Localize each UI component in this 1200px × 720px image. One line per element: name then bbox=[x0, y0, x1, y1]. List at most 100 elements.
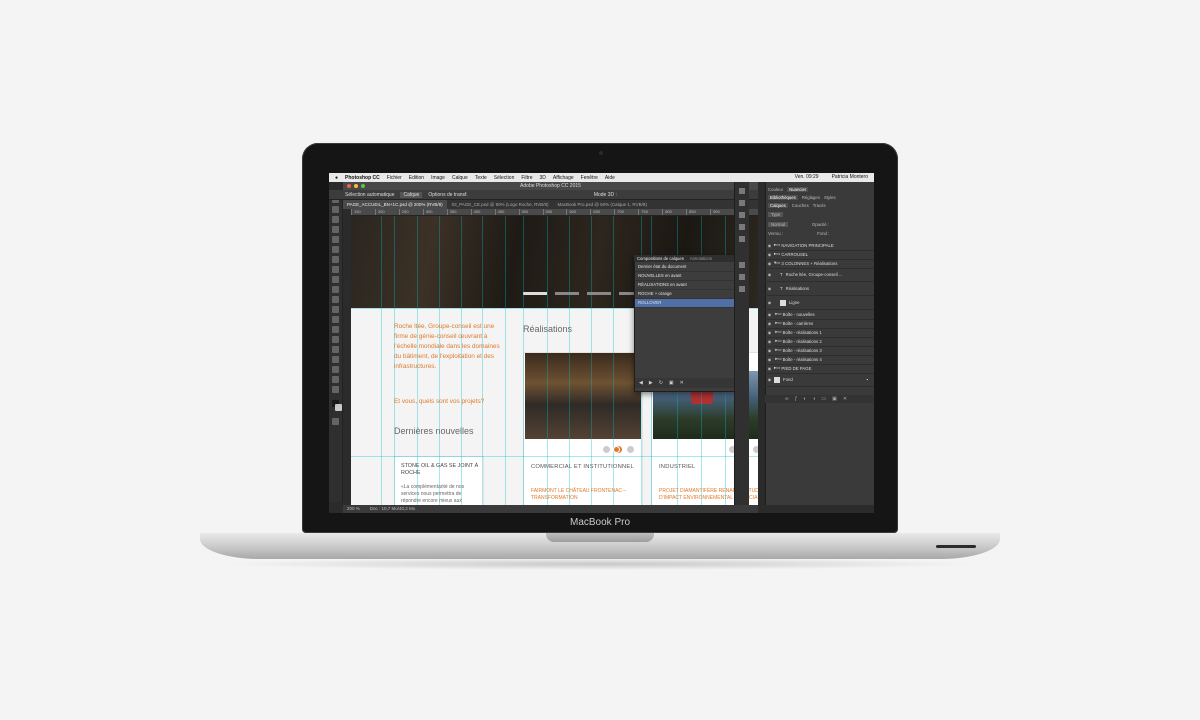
tab-layer-comps[interactable]: Compositions de calques bbox=[637, 256, 684, 261]
news-title[interactable]: STONE OIL & GAS SE JOINT À ROCHE bbox=[401, 463, 481, 477]
hand-tool-icon[interactable] bbox=[332, 376, 339, 383]
shape-tool-icon[interactable] bbox=[332, 366, 339, 373]
eye-icon[interactable]: ◉ bbox=[765, 357, 774, 362]
update-comp-icon[interactable]: ↻ bbox=[659, 380, 663, 386]
comps-icon[interactable] bbox=[739, 262, 745, 268]
menu-filtre[interactable]: Filtre bbox=[521, 175, 532, 181]
layer-name[interactable]: CARROUSEL bbox=[781, 252, 808, 257]
menu-calque[interactable]: Calque bbox=[452, 175, 468, 181]
eye-icon[interactable]: ◉ bbox=[765, 377, 774, 382]
delete-comp-icon[interactable]: ✕ bbox=[680, 380, 684, 386]
lasso-tool-icon[interactable] bbox=[332, 216, 339, 223]
user-name[interactable]: Patricia Montero bbox=[832, 174, 868, 180]
tab-annotations[interactable]: Annotations bbox=[690, 256, 712, 261]
next-comp-icon[interactable]: ▶ bbox=[649, 380, 653, 386]
facebook-icon[interactable] bbox=[603, 446, 610, 453]
layer-row[interactable]: ◉ T Roche ltée, Groupe-conseil ... bbox=[765, 268, 874, 282]
fx-icon[interactable]: ƒ bbox=[795, 396, 798, 402]
adjustment-icon[interactable]: ◑ bbox=[812, 396, 815, 402]
eyedropper-tool-icon[interactable] bbox=[332, 246, 339, 253]
brush-tool-icon[interactable] bbox=[332, 266, 339, 273]
layer-name[interactable]: Ligne bbox=[789, 300, 800, 305]
eye-icon[interactable]: ◉ bbox=[765, 300, 774, 305]
path-select-tool-icon[interactable] bbox=[332, 356, 339, 363]
properties-icon[interactable] bbox=[739, 274, 745, 280]
menu-texte[interactable]: Texte bbox=[475, 175, 487, 181]
menu-fenetre[interactable]: Fenêtre bbox=[581, 175, 598, 181]
menu-app[interactable]: Photoshop CC bbox=[345, 175, 380, 181]
layer-name[interactable]: Roche ltée, Groupe-conseil ... bbox=[786, 272, 843, 277]
quick-select-tool-icon[interactable] bbox=[332, 226, 339, 233]
layer-name[interactable]: NAVIGATION PRINCIPALE bbox=[781, 243, 833, 248]
auto-select-mode[interactable]: Calque bbox=[400, 191, 423, 198]
new-layer-icon[interactable]: ▣ bbox=[832, 396, 837, 402]
character-icon[interactable] bbox=[739, 236, 745, 242]
comp-row[interactable]: NOUVELLES en avant bbox=[635, 272, 735, 281]
menu-selection[interactable]: Sélection bbox=[494, 175, 515, 181]
carousel-indicator[interactable] bbox=[555, 292, 579, 295]
tab-macbook[interactable]: MacBook Pro.psd @ 50% (Calque 1, RVB/8) bbox=[554, 200, 651, 209]
comp-row[interactable]: Dernier état du document bbox=[635, 263, 735, 272]
tab-color[interactable]: Couleur bbox=[768, 187, 783, 192]
linkedin-icon[interactable] bbox=[627, 446, 634, 453]
eye-icon[interactable]: ◉ bbox=[765, 366, 774, 371]
apple-icon[interactable]: ● bbox=[335, 175, 338, 181]
tab-styles[interactable]: Styles bbox=[824, 195, 836, 200]
minimize-icon[interactable] bbox=[354, 184, 358, 188]
play-icon[interactable] bbox=[739, 200, 745, 206]
layer-kind-filter[interactable]: Type bbox=[768, 211, 784, 217]
layer-name[interactable]: Boîte - carrières bbox=[783, 321, 814, 326]
tab-layers[interactable]: Calques bbox=[768, 202, 788, 208]
paragraph-icon[interactable] bbox=[739, 224, 745, 230]
zoom-tool-icon[interactable] bbox=[332, 386, 339, 393]
eye-icon[interactable]: ◉ bbox=[765, 321, 774, 326]
blend-mode-select[interactable]: Normal bbox=[768, 221, 788, 227]
close-icon[interactable] bbox=[347, 184, 351, 188]
group-icon[interactable]: ▭ bbox=[821, 396, 826, 402]
blur-tool-icon[interactable] bbox=[332, 316, 339, 323]
layer-name[interactable]: Boîte - nouvelles bbox=[783, 312, 815, 317]
layer-name[interactable]: Boîte - réalisations 1 bbox=[783, 330, 822, 335]
eye-icon[interactable]: ◉ bbox=[765, 312, 774, 317]
linkedin-icon[interactable] bbox=[753, 446, 758, 453]
layer-name[interactable]: Fond bbox=[783, 377, 793, 382]
eye-icon[interactable]: ◉ bbox=[765, 348, 774, 353]
menu-affichage[interactable]: Affichage bbox=[553, 175, 574, 181]
zoom-level[interactable]: 200 % bbox=[347, 505, 360, 513]
info-icon[interactable] bbox=[739, 286, 745, 292]
tab-libraries[interactable]: Bibliothèques bbox=[768, 194, 798, 200]
layer-name[interactable]: Boîte - réalisations 4 bbox=[783, 357, 822, 362]
type-tool-icon[interactable] bbox=[332, 346, 339, 353]
tab-adjustments[interactable]: Réglages bbox=[802, 195, 820, 200]
layer-name[interactable]: Boîte - réalisations 2 bbox=[783, 339, 822, 344]
link-icon[interactable]: ∞ bbox=[785, 396, 789, 402]
stamp-tool-icon[interactable] bbox=[332, 276, 339, 283]
new-comp-icon[interactable]: ▣ bbox=[669, 380, 674, 386]
trash-icon[interactable]: ✕ bbox=[843, 396, 847, 402]
marquee-tool-icon[interactable] bbox=[332, 206, 339, 213]
eye-icon[interactable]: ◉ bbox=[765, 261, 774, 266]
layer-row[interactable]: ◉ T Réalisations bbox=[765, 282, 874, 296]
layer-name[interactable]: Boîte - réalisations 3 bbox=[783, 348, 822, 353]
eraser-tool-icon[interactable] bbox=[332, 296, 339, 303]
gradient-tool-icon[interactable] bbox=[332, 306, 339, 313]
auto-select-checkbox[interactable]: Sélection automatique bbox=[345, 192, 394, 198]
layer-name[interactable]: Réalisations bbox=[786, 286, 809, 291]
eye-icon[interactable]: ◉ bbox=[765, 339, 774, 344]
eye-icon[interactable]: ◉ bbox=[765, 330, 774, 335]
history-brush-tool-icon[interactable] bbox=[332, 286, 339, 293]
menu-edition[interactable]: Edition bbox=[409, 175, 424, 181]
mask-icon[interactable]: ◐ bbox=[803, 396, 806, 402]
layer-name[interactable]: 3 COLONNES + Réalisations bbox=[781, 261, 837, 266]
transform-controls-checkbox[interactable]: Options de transf. bbox=[428, 192, 467, 198]
comp-row-selected[interactable]: ROLLOVER bbox=[635, 299, 735, 308]
tab-page-accueil[interactable]: PAGE_ACCUEIL_BN+1C.psd @ 200% (RVB/8) bbox=[343, 200, 447, 209]
menu-3d[interactable]: 3D bbox=[539, 175, 545, 181]
eye-icon[interactable]: ◉ bbox=[765, 243, 774, 248]
layer-row[interactable]: ◉ Fond ▪ bbox=[765, 373, 874, 387]
tab-swatches[interactable]: Nuancier bbox=[787, 186, 809, 192]
eye-icon[interactable]: ◉ bbox=[765, 252, 774, 257]
healing-tool-icon[interactable] bbox=[332, 256, 339, 263]
adjust-icon[interactable] bbox=[739, 212, 745, 218]
clock[interactable]: Ven. 09:29 bbox=[795, 174, 819, 180]
